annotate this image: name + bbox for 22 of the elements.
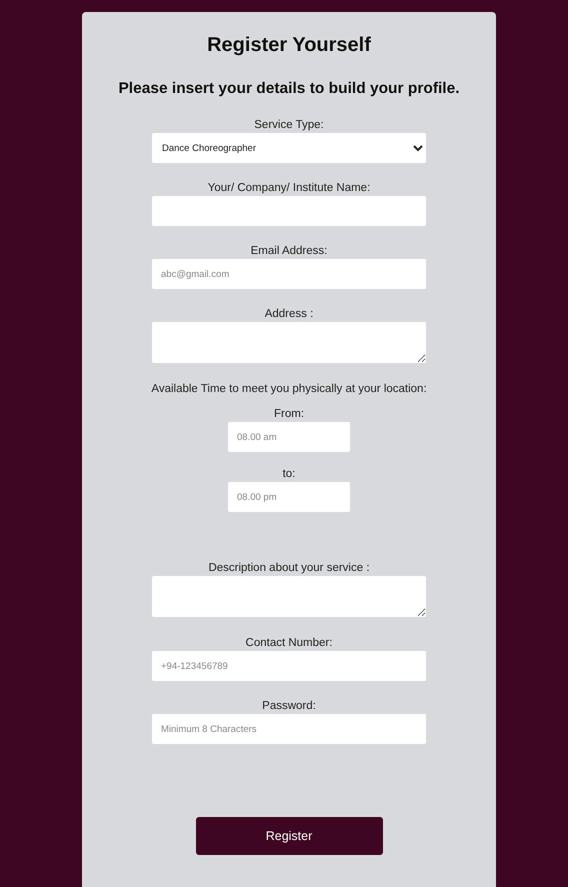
- field-label: Description about your service :: [208, 562, 370, 574]
- field-label: Contact Number:: [246, 637, 332, 649]
- time-field[interactable]: 08.00 pm: [228, 482, 350, 512]
- field-label: Service Type:: [254, 119, 324, 131]
- text-field[interactable]: +94-123456789: [152, 651, 426, 681]
- text-area[interactable]: [152, 322, 426, 363]
- field-label: Available Time to meet you physically at your location:: [151, 383, 427, 395]
- text-field[interactable]: Minimum 8 Characters: [152, 714, 426, 744]
- field-label: Your/ Company/ Institute Name:: [208, 182, 370, 194]
- field-label: From:: [274, 408, 304, 420]
- service-type-dropdown[interactable]: Dance Choreographer: [152, 133, 426, 163]
- register-button[interactable]: Register: [196, 817, 382, 855]
- time-field[interactable]: 08.00 am: [228, 422, 350, 452]
- field-label: to:: [282, 468, 296, 480]
- field-label: Address :: [264, 308, 314, 320]
- text-field[interactable]: [152, 196, 426, 226]
- field-label: Password:: [262, 700, 316, 712]
- form-title: Register Yourself: [207, 34, 371, 57]
- form-subtitle: Please insert your details to build your profile.: [118, 80, 460, 98]
- text-field[interactable]: abc@gmail.com: [152, 259, 426, 289]
- text-area[interactable]: [152, 576, 426, 617]
- field-label: Email Address:: [250, 245, 328, 257]
